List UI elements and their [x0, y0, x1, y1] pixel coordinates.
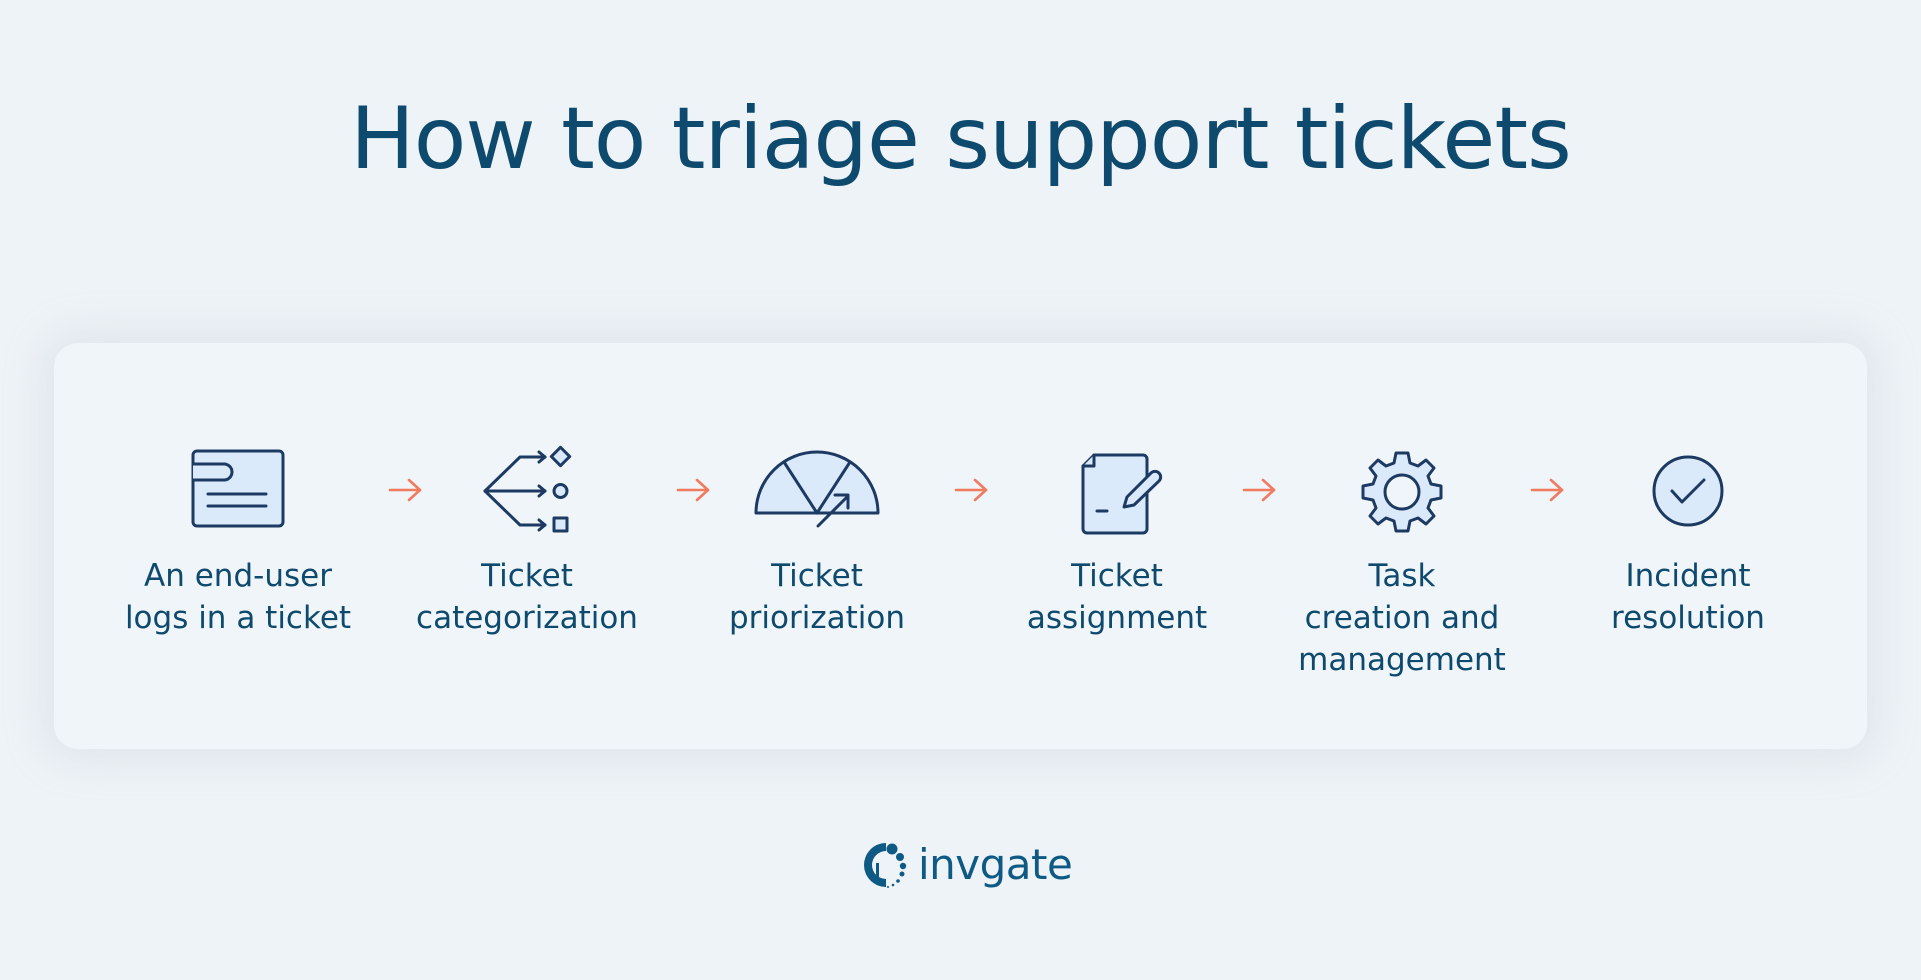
arrow-right-icon	[388, 477, 424, 503]
arrow-right-icon	[1242, 477, 1278, 503]
invgate-logo: invgate	[860, 838, 1073, 892]
invgate-logo-icon	[860, 839, 910, 891]
arrow-right-icon	[676, 477, 712, 503]
document-pen-icon	[1067, 441, 1167, 541]
categorize-branch-icon	[477, 441, 577, 541]
brand-name: invgate	[918, 840, 1073, 889]
ticket-form-icon	[188, 441, 288, 541]
gear-icon	[1352, 441, 1452, 541]
step-label: An end-user logs in a ticket	[124, 558, 352, 636]
arrow-right-icon	[1530, 477, 1566, 503]
page-title: How to triage support tickets	[350, 89, 1572, 189]
step-label: Ticket categorization	[416, 558, 638, 636]
step-label: Task creation and management	[1298, 558, 1506, 678]
step-label: Incident resolution	[1611, 558, 1765, 636]
check-circle-icon	[1638, 441, 1738, 541]
process-card: An end-user logs in a ticket Ticket cate…	[54, 343, 1867, 749]
priority-gauge-icon	[752, 441, 882, 541]
arrow-right-icon	[954, 477, 990, 503]
step-label: Ticket priorization	[728, 558, 905, 636]
step-label: Ticket assignment	[1026, 558, 1208, 636]
